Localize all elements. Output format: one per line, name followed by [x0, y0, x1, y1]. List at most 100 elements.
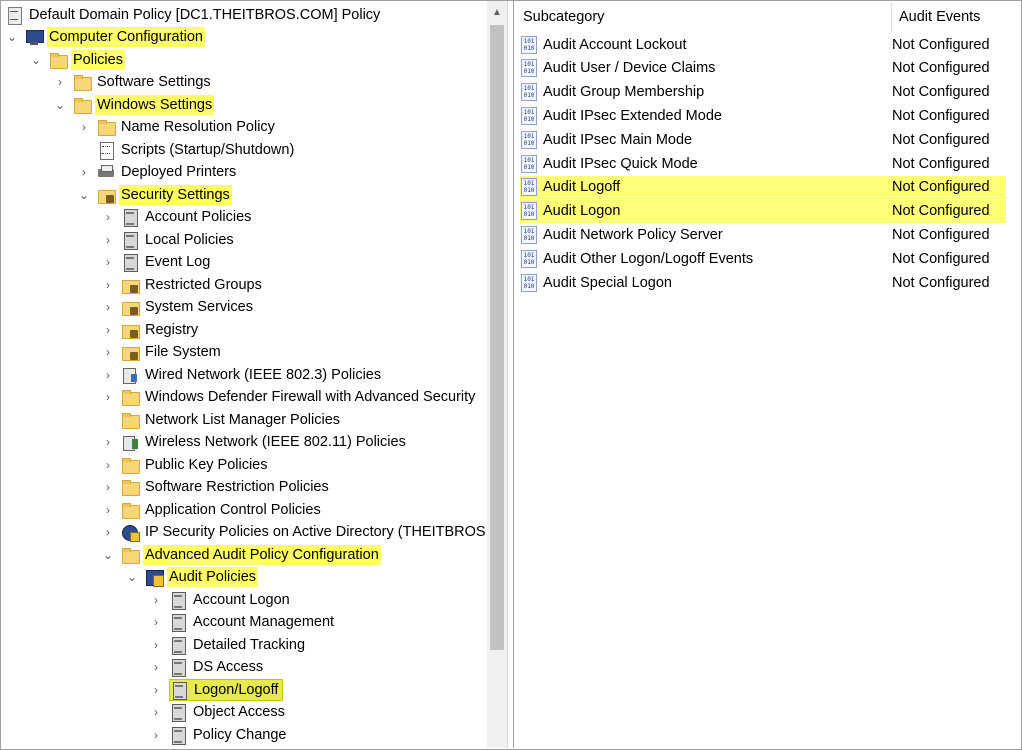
tree-item-policies[interactable]: ⌄ Policies — [29, 49, 125, 71]
chevron-right-icon[interactable]: › — [101, 499, 115, 521]
subcategory-label: Audit IPsec Quick Mode — [543, 155, 698, 172]
audit-events-cell: Not Configured — [892, 179, 990, 196]
chevron-right-icon[interactable]: › — [77, 116, 91, 138]
details-row[interactable]: 101 010 Audit Logoff Not Configured — [520, 175, 1006, 199]
tree-item-software-restriction-policies[interactable]: › Software Restriction Policies — [101, 476, 331, 498]
tree-item-label: System Services — [145, 299, 253, 315]
chevron-right-icon[interactable]: › — [149, 701, 163, 723]
tree-item-account-policies[interactable]: › Account Policies — [101, 206, 253, 228]
chevron-right-icon[interactable]: › — [149, 634, 163, 656]
tree-item-file-system[interactable]: › File System — [101, 341, 223, 363]
tree-item-wired-network[interactable]: › Wired Network (IEEE 802.3) Policies — [101, 364, 383, 386]
chevron-right-icon[interactable]: › — [101, 364, 115, 386]
chevron-right-icon[interactable]: › — [101, 319, 115, 341]
details-row[interactable]: 101 010 Audit Other Logon/Logoff Events Not… — [520, 247, 1006, 270]
chevron-down-icon[interactable]: ⌄ — [53, 94, 67, 116]
tree-item-policy-change[interactable]: › Policy Change — [149, 724, 289, 746]
tree-item-application-control-policies[interactable]: › Application Control Policies — [101, 499, 323, 521]
column-header-subcategory[interactable]: Subcategory — [514, 9, 891, 25]
tree-root[interactable]: Default Domain Policy [DC1.THEITBROS.COM… — [5, 4, 382, 26]
details-row[interactable]: 101 010 Audit Network Policy Server Not Con… — [520, 223, 1006, 246]
scroll-up-arrow-icon[interactable]: ▲ — [487, 1, 507, 23]
column-header-audit-events[interactable]: Audit Events — [892, 9, 980, 25]
details-row[interactable]: 101 010 Audit User / Device Claims Not Conf… — [520, 57, 1006, 80]
details-row[interactable]: 101 010 Audit Special Logon Not Configured — [520, 271, 1006, 294]
subcategory-label: Audit Logon — [543, 203, 621, 220]
tree-item-registry[interactable]: › Registry — [101, 319, 200, 341]
policy-doc-icon — [5, 6, 23, 25]
chevron-right-icon[interactable]: › — [101, 454, 115, 476]
ipsec-icon — [121, 523, 140, 542]
tree-item-deployed-printers[interactable]: › Deployed Printers — [77, 161, 238, 183]
chevron-right-icon[interactable]: › — [149, 724, 163, 746]
tree-item-software-settings[interactable]: › Software Settings — [53, 71, 213, 93]
tree-item-detailed-tracking[interactable]: › Detailed Tracking — [149, 634, 307, 656]
chevron-right-icon[interactable]: › — [101, 521, 115, 543]
subcategory-label: Audit Other Logon/Logoff Events — [543, 250, 754, 267]
tree-item-account-management[interactable]: › Account Management — [149, 611, 336, 633]
tree-item-ds-access[interactable]: › DS Access — [149, 656, 265, 678]
tree-item-restricted-groups[interactable]: › Restricted Groups — [101, 274, 264, 296]
tree-item-windows-settings[interactable]: ⌄ Windows Settings — [53, 94, 215, 116]
cabinet-icon — [170, 681, 188, 700]
chevron-down-icon[interactable]: ⌄ — [101, 544, 115, 566]
tree-item-name-resolution-policy[interactable]: › Name Resolution Policy — [77, 116, 277, 138]
chevron-right-icon[interactable]: › — [101, 251, 115, 273]
console-tree[interactable]: Default Domain Policy [DC1.THEITBROS.COM… — [1, 1, 487, 748]
chevron-right-icon[interactable]: › — [101, 274, 115, 296]
tree-item-wireless-network[interactable]: › Wireless Network (IEEE 802.11) Policie… — [101, 431, 408, 453]
scrollbar-thumb[interactable] — [490, 25, 504, 650]
tree-item-public-key-policies[interactable]: › Public Key Policies — [101, 454, 270, 476]
pane-splitter[interactable] — [507, 1, 514, 748]
tree-item-label: Application Control Policies — [145, 502, 321, 518]
details-header: Subcategory Audit Events — [514, 1, 1021, 33]
tree-item-label: Computer Configuration — [47, 27, 205, 47]
tree-item-account-logon[interactable]: › Account Logon — [149, 589, 292, 611]
details-row[interactable]: 101 010 Audit Account Lockout Not Configure… — [520, 33, 1006, 56]
tree-item-advanced-audit-policy-configuration[interactable]: ⌄ Advanced Audit Policy Configuration — [101, 544, 381, 566]
tree-item-computer-configuration[interactable]: ⌄ Computer Configuration — [5, 26, 205, 48]
chevron-right-icon[interactable]: › — [149, 656, 163, 678]
details-row[interactable]: 101 010 Audit Logon Not Configured — [520, 199, 1006, 223]
chevron-right-icon[interactable]: › — [101, 386, 115, 408]
tree-item-windows-defender-firewall[interactable]: › Windows Defender Firewall with Advance… — [101, 386, 477, 408]
tree-item-scripts[interactable]: Scripts (Startup/Shutdown) — [77, 139, 296, 161]
chevron-right-icon[interactable]: › — [101, 206, 115, 228]
tree-item-system-services[interactable]: › System Services — [101, 296, 255, 318]
chevron-right-icon[interactable]: › — [149, 589, 163, 611]
tree-item-label: Software Settings — [97, 74, 211, 90]
subcategory-cell: 101 010 Audit IPsec Main Mode — [521, 130, 892, 149]
details-row[interactable]: 101 010 Audit IPsec Main Mode Not Configure… — [520, 128, 1006, 151]
chevron-down-icon[interactable]: ⌄ — [77, 184, 91, 206]
tree-item-security-settings[interactable]: ⌄ Security Settings — [77, 184, 232, 206]
tree-item-local-policies[interactable]: › Local Policies — [101, 229, 236, 251]
chevron-down-icon[interactable]: ⌄ — [5, 26, 19, 48]
chevron-right-icon[interactable]: › — [101, 476, 115, 498]
chevron-down-icon[interactable]: ⌄ — [29, 49, 43, 71]
tree-item-event-log[interactable]: › Event Log — [101, 251, 212, 273]
chevron-right-icon[interactable]: › — [101, 296, 115, 318]
folder-icon — [121, 388, 140, 406]
chevron-right-icon[interactable]: › — [149, 679, 163, 701]
tree-scrollbar[interactable]: ▲ — [487, 1, 507, 748]
chevron-down-icon[interactable]: ⌄ — [125, 566, 139, 588]
tree-item-audit-policies[interactable]: ⌄ Audit Policies — [125, 566, 259, 588]
details-row[interactable]: 101 010 Audit IPsec Extended Mode Not Confi… — [520, 104, 1006, 127]
tree-item-ip-security-policies[interactable]: › IP Security Policies on Active Directo… — [101, 521, 487, 543]
tree-item-network-list-manager[interactable]: Network List Manager Policies — [101, 409, 342, 431]
chevron-right-icon[interactable]: › — [101, 229, 115, 251]
chevron-right-icon[interactable]: › — [53, 71, 67, 93]
locked-folder-icon — [121, 321, 140, 339]
chevron-right-icon[interactable]: › — [101, 341, 115, 363]
subcategory-label: Audit User / Device Claims — [543, 60, 716, 77]
tree-item-logon-logoff[interactable]: › Logon/Logoff — [149, 679, 284, 701]
chevron-right-icon[interactable]: › — [77, 161, 91, 183]
details-row[interactable]: 101 010 Audit Group Membership Not Configur… — [520, 81, 1006, 104]
selected-node-highlight[interactable]: Logon/Logoff — [169, 679, 284, 701]
chevron-right-icon[interactable]: › — [101, 431, 115, 453]
audit-setting-icon: 101 010 — [521, 273, 537, 292]
tree-item-object-access[interactable]: › Object Access — [149, 701, 287, 723]
details-row[interactable]: 101 010 Audit IPsec Quick Mode Not Configur… — [520, 152, 1006, 175]
chevron-right-icon[interactable]: › — [149, 611, 163, 633]
locked-folder-icon — [121, 343, 140, 361]
